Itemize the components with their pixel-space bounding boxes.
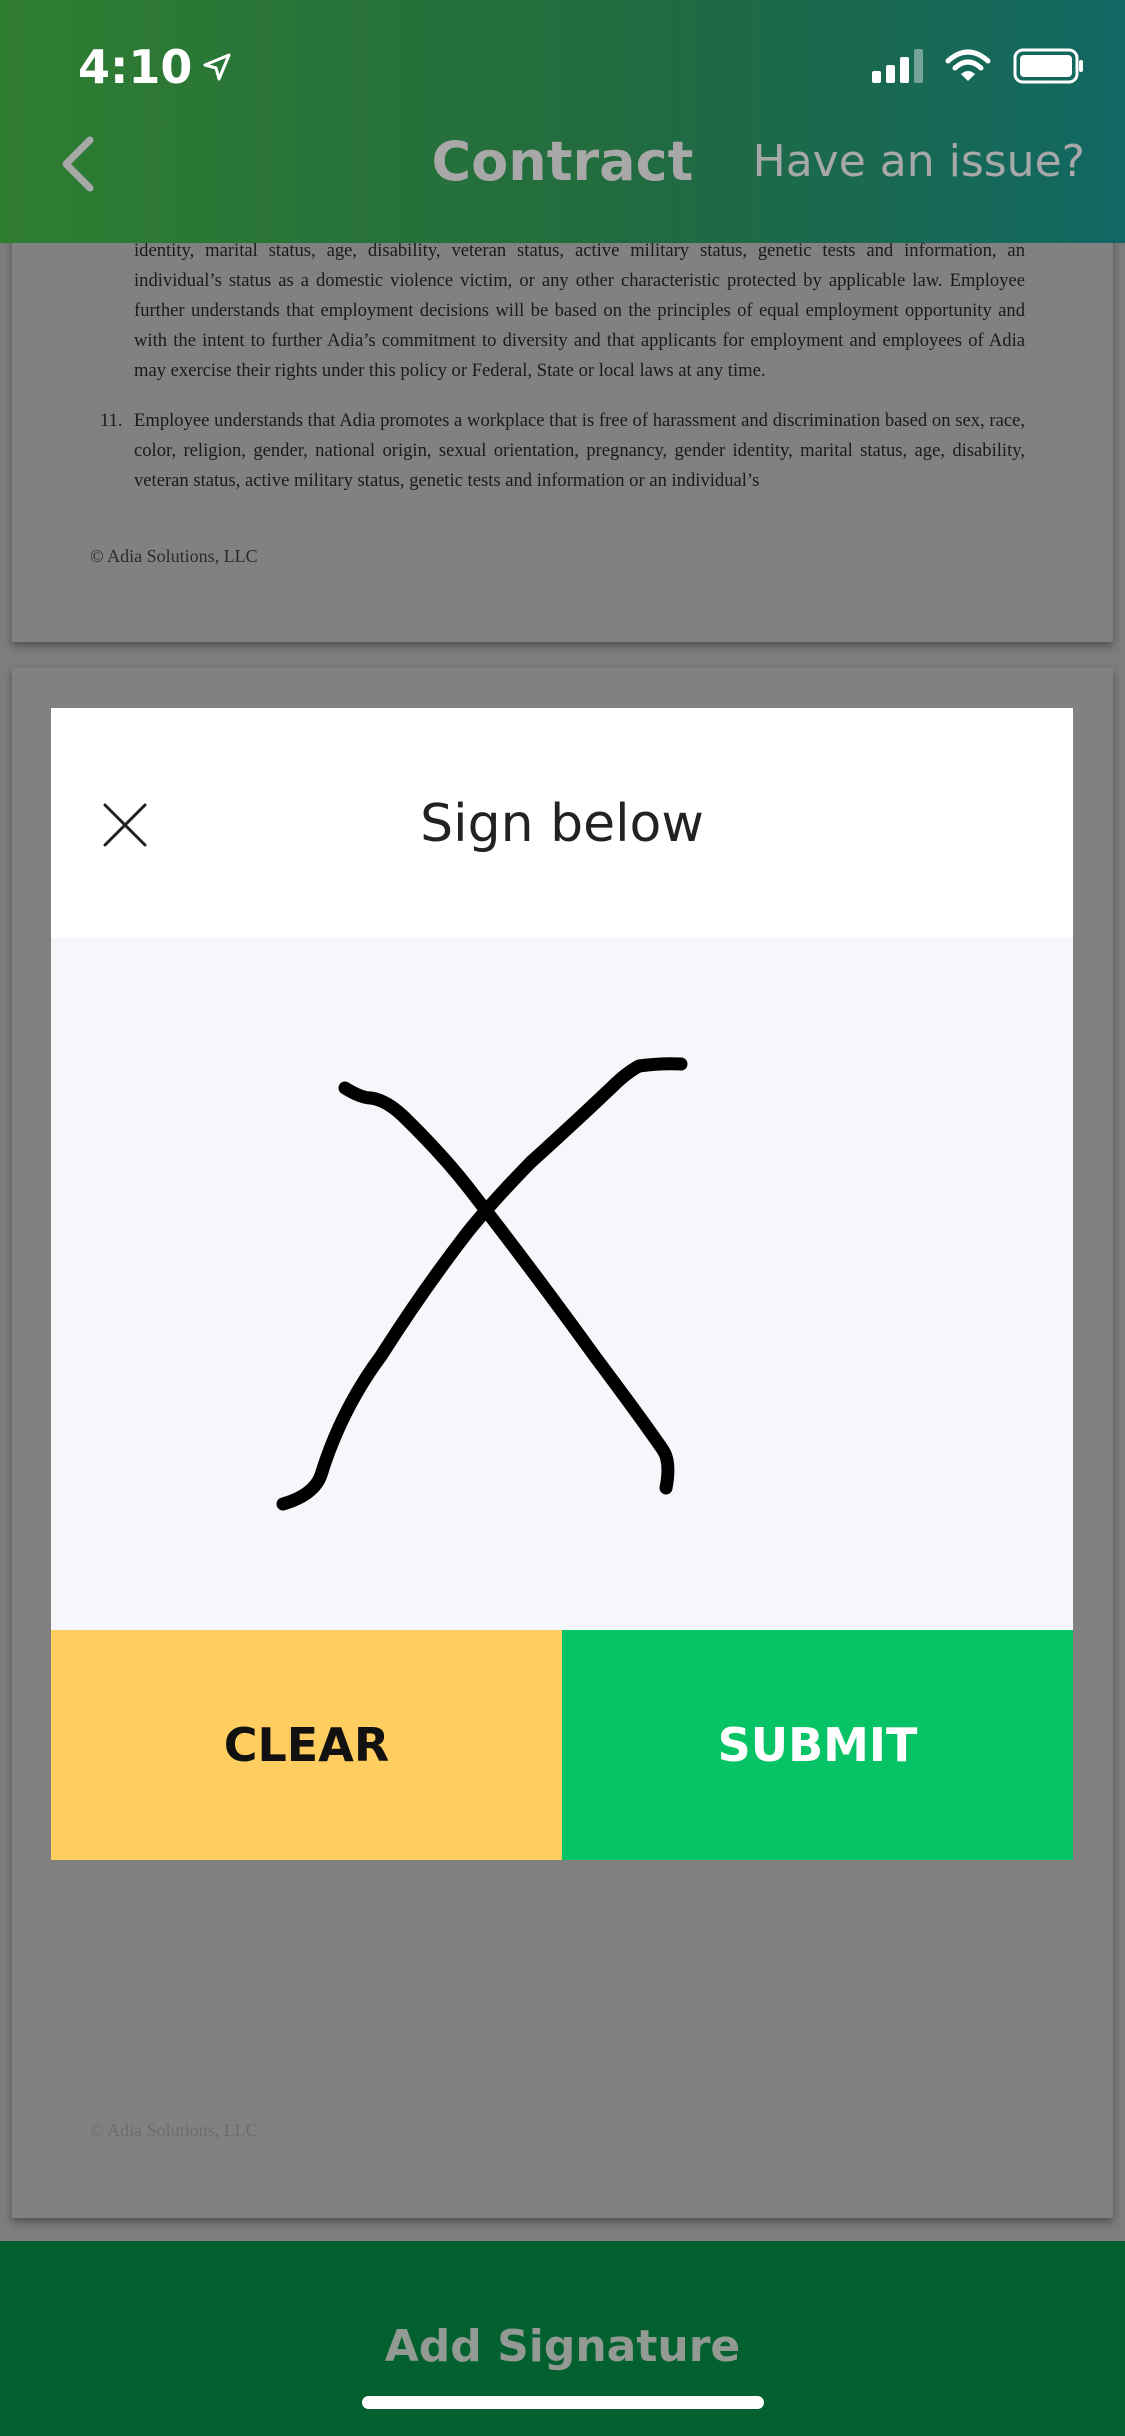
signal-icon bbox=[872, 49, 923, 83]
location-arrow-icon bbox=[203, 53, 231, 81]
document-paragraph: identity, marital status, age, disabilit… bbox=[134, 240, 1025, 381]
wifi-icon bbox=[945, 49, 991, 81]
status-time-text: 4:10 bbox=[78, 40, 193, 94]
bottom-bar: Add Signature bbox=[0, 2241, 1125, 2436]
signature-stroke bbox=[276, 1057, 688, 1511]
copyright-text: © Adia Solutions, LLC bbox=[90, 546, 258, 566]
modal-header: Sign below bbox=[51, 708, 1073, 938]
document-page: identity, marital status, age, disabilit… bbox=[12, 230, 1113, 642]
home-indicator[interactable] bbox=[362, 2396, 764, 2409]
list-item: 11. Employee understands that Adia promo… bbox=[100, 406, 1025, 496]
document-text: identity, marital status, age, disabilit… bbox=[100, 236, 1025, 496]
app-header: 4:10 Contract Have an issue? bbox=[0, 0, 1125, 243]
copyright-text: © Adia Solutions, LLC bbox=[90, 2120, 258, 2140]
list-item-number: 11. bbox=[100, 410, 123, 431]
signature-canvas[interactable] bbox=[51, 938, 1073, 1630]
add-signature-button[interactable]: Add Signature bbox=[0, 2321, 1125, 2372]
clear-button[interactable]: CLEAR bbox=[51, 1630, 562, 1860]
signature-modal: Sign below CLEAR SUBMIT bbox=[51, 708, 1073, 1860]
list-item-text: Employee understands that Adia promotes … bbox=[134, 410, 1025, 491]
modal-title: Sign below bbox=[420, 794, 704, 854]
status-icons bbox=[872, 48, 1085, 84]
submit-button[interactable]: SUBMIT bbox=[562, 1630, 1073, 1860]
battery-icon bbox=[1013, 48, 1083, 84]
status-time: 4:10 bbox=[78, 40, 232, 94]
have-an-issue-link[interactable]: Have an issue? bbox=[753, 136, 1085, 187]
